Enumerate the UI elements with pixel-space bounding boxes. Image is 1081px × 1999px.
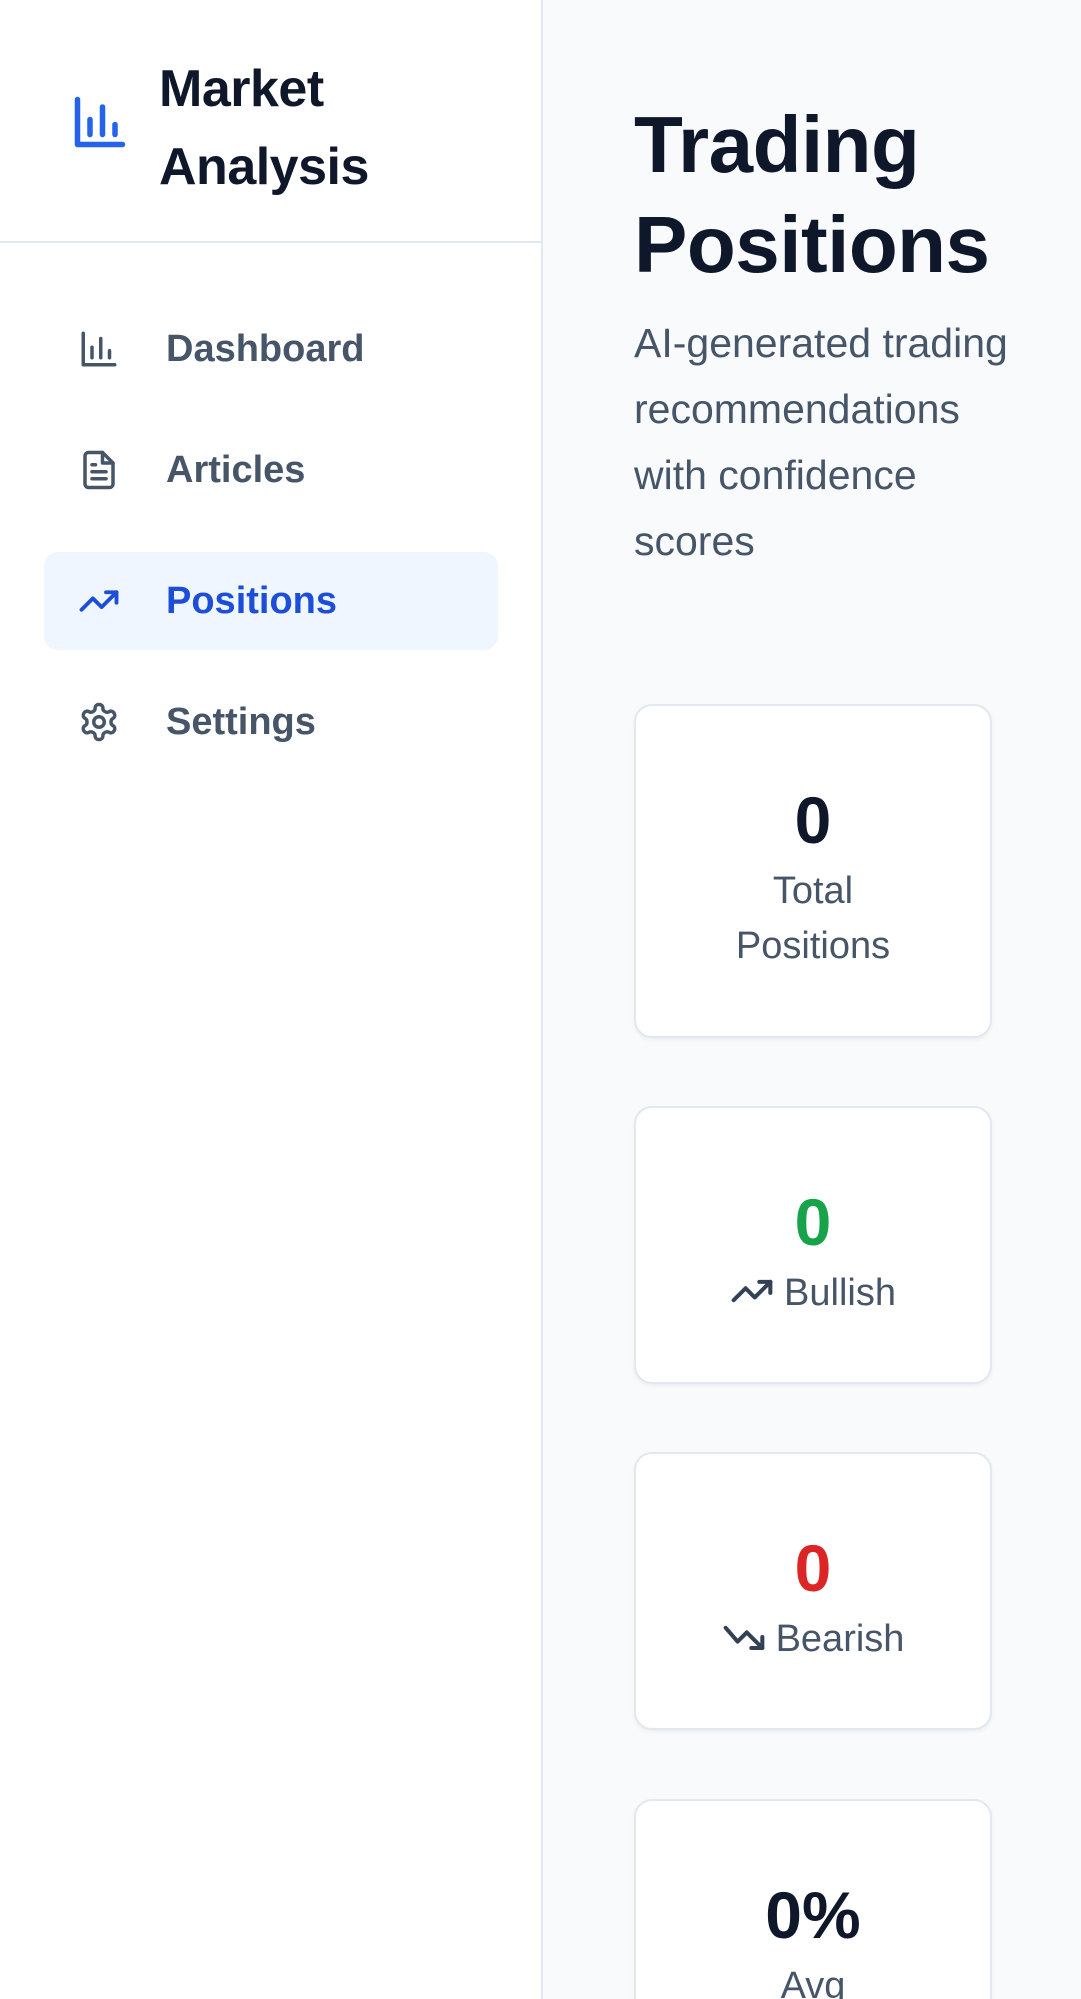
stat-value-total: 0 <box>794 783 832 857</box>
sidebar-item-label: Dashboard <box>166 328 365 370</box>
document-icon <box>83 450 115 490</box>
trending-down-icon <box>723 1625 764 1651</box>
stat-label-bullish: Bullish <box>784 1272 896 1314</box>
sidebar-item-settings[interactable]: Settings <box>44 673 498 771</box>
page-title: Trading Positions <box>634 100 990 289</box>
trending-up-icon <box>79 590 119 612</box>
bar-chart-icon <box>81 331 117 367</box>
sidebar-item-label: Articles <box>166 449 306 491</box>
sidebar-item-positions[interactable]: Positions <box>44 552 498 650</box>
stat-label-bullish-row: Bullish <box>636 1266 990 1321</box>
sidebar-item-dashboard[interactable]: Dashboard <box>44 300 498 398</box>
sidebar-item-label: Settings <box>166 701 316 743</box>
stat-label-avg: Avg <box>780 1965 846 1999</box>
trending-up-icon <box>731 1279 773 1303</box>
stat-label-bearish: Bearish <box>775 1618 905 1660</box>
stat-label-bearish-row: Bearish <box>636 1612 990 1667</box>
page-subtitle: AI-generated trading recommendations wit… <box>634 320 1008 564</box>
stat-card-avg: 0% Avg <box>634 1799 992 1999</box>
stat-card-bullish: 0 Bullish <box>634 1106 992 1384</box>
stat-card-total-positions: 0 Total Positions <box>634 704 992 1038</box>
stat-value-bearish: 0 <box>794 1531 832 1605</box>
bar-chart-icon <box>74 96 126 148</box>
sidebar: Market Analysis Dashboard Articles Posit… <box>0 0 543 1999</box>
app-title: Market Analysis <box>159 60 369 196</box>
stat-label-total: Total Positions <box>735 870 891 967</box>
main-content: Trading Positions AI-generated trading r… <box>543 0 1081 1999</box>
gear-icon <box>81 702 117 742</box>
app-root: Market Analysis Dashboard Articles Posit… <box>0 0 1081 1999</box>
stat-card-bearish: 0 Bearish <box>634 1452 992 1730</box>
stat-value-bullish: 0 <box>794 1185 832 1259</box>
stat-value-avg: 0% <box>765 1878 861 1952</box>
brand-header: Market Analysis <box>0 0 541 243</box>
sidebar-item-articles[interactable]: Articles <box>44 421 498 519</box>
sidebar-item-label: Positions <box>166 580 338 622</box>
